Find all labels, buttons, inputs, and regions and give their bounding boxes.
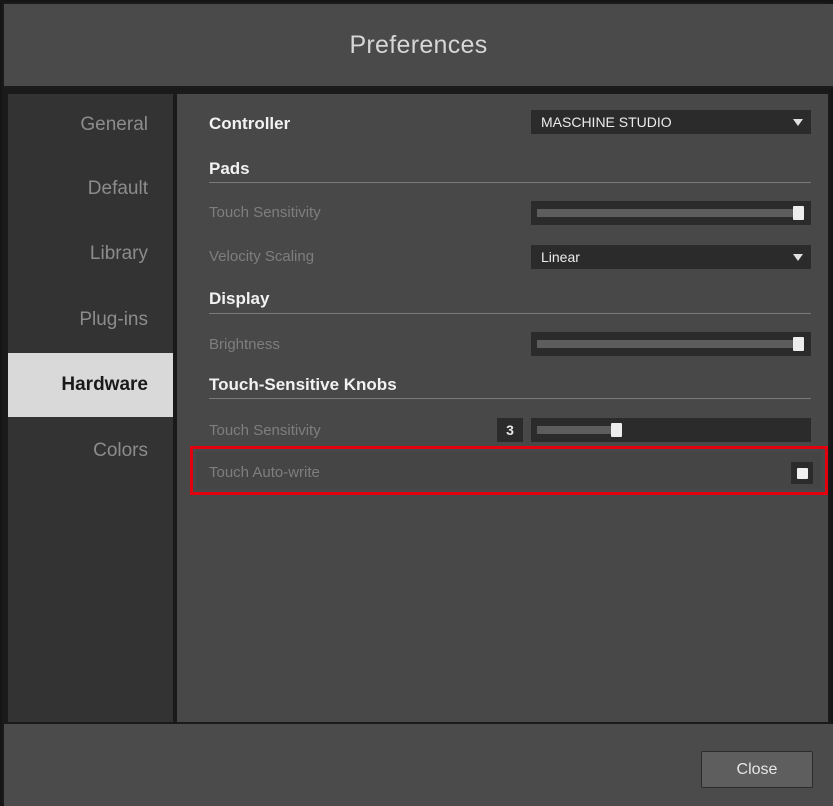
slider-handle[interactable] [793, 206, 804, 220]
preferences-window: Preferences General Default Library Plug… [0, 0, 833, 806]
checkbox-check-icon [796, 467, 808, 479]
brightness-slider[interactable] [531, 332, 811, 356]
slider-track [537, 209, 799, 217]
velocity-scaling-value: Linear [541, 249, 580, 265]
touch-auto-write-checkbox[interactable] [791, 462, 813, 484]
pads-touch-sensitivity-slider[interactable] [531, 201, 811, 225]
footer-bar: Close [4, 724, 833, 806]
brightness-label: Brightness [209, 336, 280, 353]
window-title: Preferences [349, 30, 488, 59]
sidebar-item-label: Plug-ins [79, 309, 148, 330]
sidebar-item-hardware[interactable]: Hardware [8, 353, 173, 417]
velocity-scaling-dropdown[interactable]: Linear [531, 245, 811, 269]
touch-auto-write-row: Touch Auto-write [196, 452, 822, 489]
close-button[interactable]: Close [701, 751, 813, 788]
sidebar-item-colors[interactable]: Colors [8, 420, 173, 482]
slider-handle[interactable] [611, 423, 622, 437]
pads-divider [209, 182, 811, 183]
chevron-down-icon [793, 254, 803, 261]
sidebar-item-plug-ins[interactable]: Plug-ins [8, 289, 173, 351]
sidebar-item-default[interactable]: Default [8, 158, 173, 220]
slider-track [537, 340, 799, 348]
pads-touch-sensitivity-label: Touch Sensitivity [209, 204, 321, 221]
touch-auto-write-highlight: Touch Auto-write [190, 446, 828, 495]
sidebar-item-label: General [80, 114, 148, 135]
slider-handle[interactable] [793, 337, 804, 351]
knobs-touch-sensitivity-slider[interactable] [531, 418, 811, 442]
knobs-touch-sensitivity-value[interactable]: 3 [497, 418, 523, 442]
controller-dropdown[interactable]: MASCHINE STUDIO [531, 110, 811, 134]
chevron-down-icon [793, 119, 803, 126]
title-bar: Preferences [4, 4, 833, 88]
display-divider [209, 313, 811, 314]
display-heading: Display [209, 289, 270, 308]
sidebar-item-label: Hardware [61, 374, 148, 395]
sidebar-item-label: Default [87, 178, 148, 199]
controller-label: Controller [209, 114, 291, 133]
sidebar: General Default Library Plug-ins Hardwar… [8, 94, 173, 722]
slider-track [537, 426, 617, 434]
controller-value: MASCHINE STUDIO [541, 114, 672, 130]
sidebar-item-label: Library [89, 243, 148, 264]
sidebar-item-general[interactable]: General [8, 94, 173, 156]
touch-knobs-divider [209, 398, 811, 399]
hardware-panel: Controller MASCHINE STUDIO Pads Touch Se… [177, 94, 828, 722]
pads-heading: Pads [209, 159, 250, 178]
touch-auto-write-label: Touch Auto-write [209, 464, 320, 481]
sidebar-item-label: Colors [93, 440, 148, 461]
velocity-scaling-label: Velocity Scaling [209, 248, 315, 265]
sidebar-item-library[interactable]: Library [8, 223, 173, 285]
knobs-touch-sensitivity-label: Touch Sensitivity [209, 422, 321, 439]
touch-knobs-heading: Touch-Sensitive Knobs [209, 375, 397, 394]
